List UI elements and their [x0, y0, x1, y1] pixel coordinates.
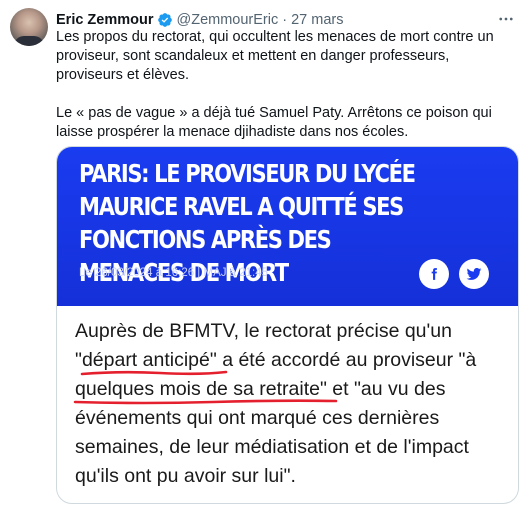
tweet-paragraph-1: Les propos du rectorat, qui occultent le…: [56, 29, 494, 83]
highlight-quelques-mois: quelques mois de sa retraite: [73, 378, 338, 405]
media-card[interactable]: PARIS: LE PROVISEUR DU LYCÉE MAURICE RAV…: [56, 146, 519, 504]
tweet-paragraph-2: Le « pas de vague » a déjà tué Samuel Pa…: [56, 105, 492, 140]
quote-part-2: " a été accordé au proviseur "à: [209, 349, 477, 371]
tweet-text: Les propos du rectorat, qui occultent le…: [56, 28, 518, 142]
article-date: Le 26/03/2024 à 16:26 | MAJ à 21:45: [79, 267, 269, 279]
author-name[interactable]: Eric Zemmour: [56, 12, 154, 28]
red-underline-1: [80, 370, 228, 376]
twitter-icon: [459, 259, 489, 289]
tweet-header: Eric Zemmour @ZemmourEric · 27 mars: [56, 10, 511, 30]
article-quote: Auprès de BFMTV, le rectorat précise qu'…: [73, 317, 505, 491]
facebook-icon: [419, 259, 449, 289]
separator-dot: ·: [282, 12, 288, 28]
article-banner: PARIS: LE PROVISEUR DU LYCÉE MAURICE RAV…: [57, 147, 518, 306]
red-underline-2: [73, 399, 338, 405]
author-handle[interactable]: @ZemmourEric: [177, 12, 279, 28]
tweet-date[interactable]: 27 mars: [291, 12, 343, 28]
author-avatar[interactable]: [10, 8, 48, 46]
more-horizontal-icon[interactable]: [495, 8, 517, 30]
highlight-depart-anticipe: départ anticipé: [80, 349, 228, 376]
verified-badge-icon: [157, 12, 173, 28]
